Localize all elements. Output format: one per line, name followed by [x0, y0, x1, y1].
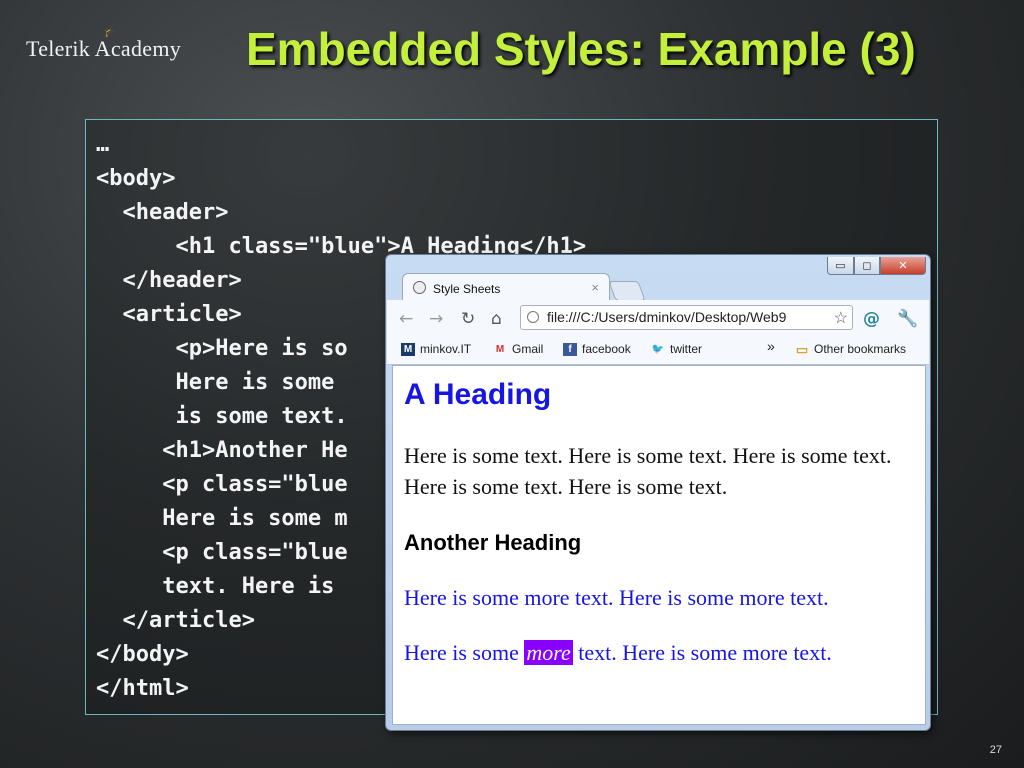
forward-arrow-icon[interactable]: →	[429, 309, 443, 329]
new-tab-button[interactable]	[608, 281, 646, 301]
m-icon: M	[401, 342, 415, 356]
address-bar[interactable]: file:///C:/Users/dminkov/Desktop/Web9 ☆	[520, 305, 853, 330]
bookmark-label: twitter	[670, 342, 703, 356]
paragraph-1: Here is some text. Here is some text. He…	[404, 443, 892, 499]
bookmark-label: minkov.IT	[420, 342, 472, 356]
paragraph-highlight: Here is some more text. Here is some mor…	[404, 640, 832, 666]
another-heading: Another Heading	[404, 530, 582, 555]
page-content: A Heading Here is some text. Here is som…	[392, 365, 926, 725]
page-number: 27	[989, 744, 1002, 756]
back-arrow-icon[interactable]: ←	[399, 309, 413, 329]
page-heading: A Heading	[404, 378, 552, 411]
para3-after: text. Here is some more text.	[572, 640, 832, 665]
code-line: <body>	[96, 166, 176, 191]
tab-close-icon[interactable]: ×	[591, 280, 599, 295]
bookmark-minkov[interactable]: M minkov.IT	[401, 342, 471, 356]
close-button[interactable]: ✕	[880, 257, 926, 275]
bookmark-label: facebook	[582, 342, 631, 356]
maximize-button[interactable]: ◻	[854, 257, 880, 275]
other-bookmarks[interactable]: ▭ Other bookmarks	[795, 342, 906, 356]
slide-title: Embedded Styles: Example (3)	[246, 23, 916, 75]
minimize-button[interactable]: ▭	[827, 257, 854, 275]
graduation-cap-icon: 🎓	[104, 27, 117, 38]
reload-icon[interactable]: ↻	[461, 309, 475, 329]
url-text: file:///C:/Users/dminkov/Desktop/Web9	[547, 309, 787, 325]
folder-icon: ▭	[795, 341, 809, 357]
window-controls: ▭ ◻ ✕	[827, 257, 926, 275]
bookmark-twitter[interactable]: 🐦 twitter	[651, 342, 702, 356]
browser-window: ▭ ◻ ✕ Style Sheets × ← → ↻ ⌂ file:///C:/…	[385, 254, 931, 731]
wrench-icon[interactable]: 🔧	[897, 309, 918, 329]
telerik-academy-logo: Telerik Academy 🎓	[26, 27, 182, 62]
browser-toolbar: ← → ↻ ⌂ file:///C:/Users/dminkov/Desktop…	[387, 300, 929, 365]
globe-icon	[527, 311, 539, 323]
other-bookmarks-label: Other bookmarks	[814, 342, 907, 356]
bookmark-gmail[interactable]: M Gmail	[493, 342, 544, 356]
twitter-icon: 🐦	[651, 343, 665, 355]
gmail-icon: M	[495, 343, 505, 355]
logo-text: Telerik Academy	[26, 36, 182, 61]
bookmarks-overflow-button[interactable]: »	[767, 338, 775, 354]
para3-before: Here is some	[404, 640, 525, 665]
bookmark-star-icon[interactable]: ☆	[833, 308, 848, 328]
tab-style-sheets[interactable]: Style Sheets ×	[402, 273, 610, 302]
highlighted-word: more	[524, 640, 573, 665]
code-line: <header>	[96, 200, 229, 225]
tab-title: Style Sheets	[433, 282, 501, 296]
extension-icon[interactable]: @	[863, 309, 880, 329]
code-line: …	[96, 132, 110, 157]
paragraph-blue: Here is some more text. Here is some mor…	[404, 585, 829, 610]
page-favicon-icon	[413, 281, 426, 294]
bookmark-facebook[interactable]: f facebook	[563, 342, 631, 356]
home-icon[interactable]: ⌂	[491, 309, 502, 329]
bookmark-label: Gmail	[512, 342, 544, 356]
facebook-icon: f	[563, 342, 577, 356]
